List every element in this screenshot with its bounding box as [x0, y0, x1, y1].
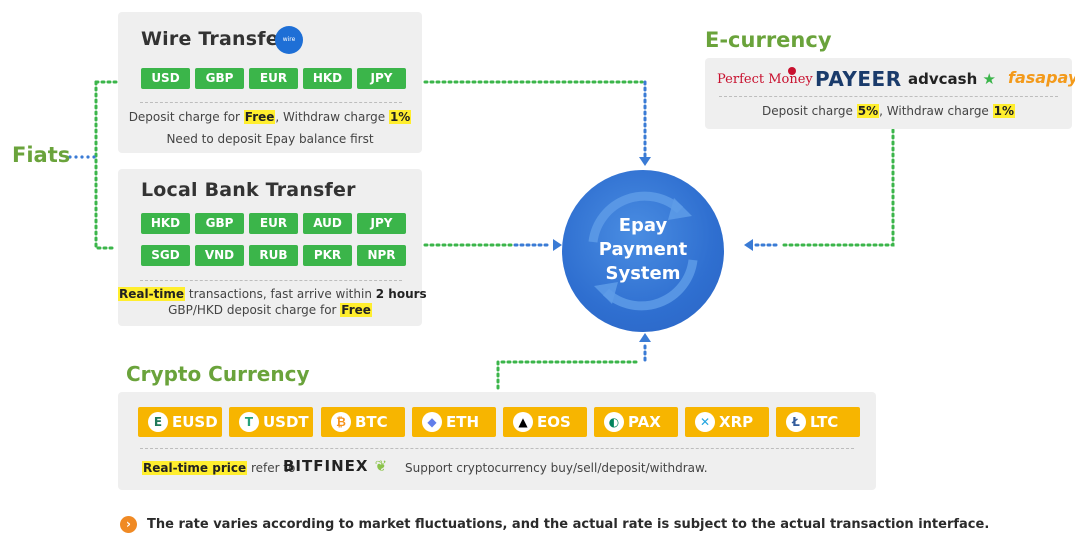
- payeer-logo: PAYEER: [815, 67, 902, 91]
- wire-transfer-note-charges: Deposit charge for Free, Withdraw charge…: [128, 110, 412, 124]
- bitfinex-logo: BITFINEX ❦: [283, 457, 389, 475]
- currency-pill-gbp: GBP: [195, 213, 244, 234]
- btc-icon: ₿: [331, 412, 351, 432]
- coin-usdt: T USDT: [229, 407, 313, 437]
- local-bank-title: Local Bank Transfer: [141, 179, 356, 201]
- coin-ltc: Ł LTC: [776, 407, 860, 437]
- currency-pill-pkr: PKR: [303, 245, 352, 266]
- currency-pill-eur: EUR: [249, 68, 298, 89]
- info-bullet-icon: ›: [120, 516, 137, 533]
- coin-label: EOS: [537, 413, 571, 431]
- ecurrency-card: Perfect Money PAYEER advcash ★ fasapay D…: [705, 58, 1075, 129]
- local-bank-card: Local Bank Transfer HKD GBP EUR AUD JPY SGD VN…: [118, 169, 427, 326]
- coin-label: PAX: [628, 413, 661, 431]
- local-bank-note-speed: Real-time transactions, fast arrive with…: [118, 287, 427, 301]
- currency-pill-npr: NPR: [357, 245, 406, 266]
- currency-pill-hkd: HKD: [303, 68, 352, 89]
- bank-logo-icon: wire: [275, 26, 303, 54]
- coin-eos: ▲ EOS: [503, 407, 587, 437]
- perfect-money-badge-icon: [788, 67, 796, 75]
- currency-pill-usd: USD: [141, 68, 190, 89]
- currency-pill-hkd: HKD: [141, 213, 190, 234]
- currency-pill-rub: RUB: [249, 245, 298, 266]
- currency-pill-gbp: GBP: [195, 68, 244, 89]
- footer-disclaimer: The rate varies according to market fluc…: [147, 517, 990, 532]
- crypto-note: Real-time price refer to: [142, 461, 296, 475]
- divider: [140, 280, 402, 281]
- currency-pill-jpy: JPY: [357, 68, 406, 89]
- coin-label: LTC: [810, 413, 839, 431]
- usdt-icon: T: [239, 412, 259, 432]
- crypto-card: E EUSD T USDT ₿ BTC ◆ ETH ▲ EOS ◐ PAX ✕ XRP Ł LTC Real-…: [118, 392, 876, 490]
- currency-pill-eur: EUR: [249, 213, 298, 234]
- coin-label: ETH: [446, 413, 480, 431]
- currency-pill-aud: AUD: [303, 213, 352, 234]
- xrp-icon: ✕: [695, 412, 715, 432]
- epay-title-line2: Payment: [598, 239, 688, 260]
- coin-btc: ₿ BTC: [321, 407, 405, 437]
- wire-transfer-title: Wire Transfer: [141, 28, 289, 50]
- ltc-icon: Ł: [786, 412, 806, 432]
- coin-label: USDT: [263, 413, 309, 431]
- epay-title-line1: Epay: [618, 215, 668, 236]
- pax-icon: ◐: [604, 412, 624, 432]
- coin-eth: ◆ ETH: [412, 407, 496, 437]
- coin-label: XRP: [719, 413, 754, 431]
- coin-xrp: ✕ XRP: [685, 407, 769, 437]
- wire-transfer-card: Wire Transfer wire USD GBP EUR HKD JPY Depos…: [118, 12, 422, 153]
- crypto-label: Crypto Currency: [126, 362, 310, 386]
- epay-payment-system: Epay Payment System: [562, 170, 724, 332]
- fiats-label: Fiats: [12, 143, 71, 167]
- eusd-icon: E: [148, 412, 168, 432]
- wire-transfer-note-balance: Need to deposit Epay balance first: [166, 132, 374, 146]
- divider: [140, 102, 402, 103]
- coin-pax: ◐ PAX: [594, 407, 678, 437]
- eos-icon: ▲: [513, 412, 533, 432]
- eth-icon: ◆: [422, 412, 442, 432]
- local-bank-note-charge: GBP/HKD deposit charge for Free: [168, 303, 372, 317]
- crypto-support-note: Support cryptocurrency buy/sell/deposit/…: [405, 461, 708, 475]
- coin-label: BTC: [355, 413, 388, 431]
- epay-title-line3: System: [605, 263, 681, 284]
- ecurrency-label: E-currency: [705, 28, 832, 52]
- ecurrency-note: Deposit charge 5%, Withdraw charge 1%: [761, 104, 1016, 118]
- advcash-logo: advcash ★: [908, 70, 996, 88]
- divider: [140, 448, 854, 449]
- coin-label: EUSD: [172, 413, 218, 431]
- divider: [719, 96, 1058, 97]
- currency-pill-vnd: VND: [195, 245, 244, 266]
- currency-pill-jpy: JPY: [357, 213, 406, 234]
- fasapay-logo: fasapay: [1008, 68, 1075, 87]
- coin-eusd: E EUSD: [138, 407, 222, 437]
- currency-pill-sgd: SGD: [141, 245, 190, 266]
- perfect-money-logo: Perfect Money: [717, 72, 813, 87]
